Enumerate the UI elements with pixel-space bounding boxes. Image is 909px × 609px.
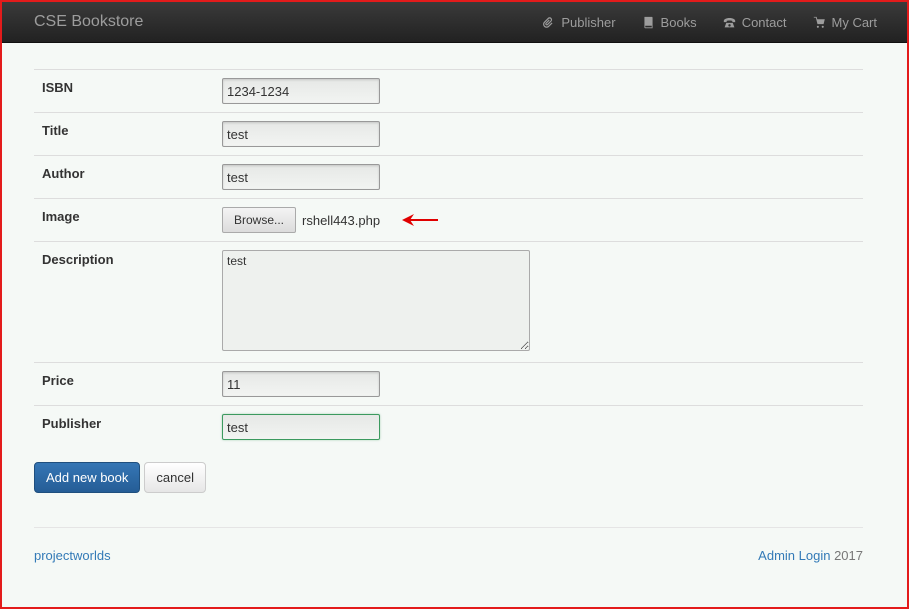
form-row-author: Author bbox=[34, 155, 863, 199]
form-row-isbn: ISBN bbox=[34, 69, 863, 113]
nav-item-publisher[interactable]: Publisher bbox=[542, 14, 616, 30]
paperclip-icon bbox=[543, 16, 553, 28]
nav-label-books: Books bbox=[660, 14, 697, 30]
isbn-label: ISBN bbox=[34, 69, 214, 113]
form-table: ISBN Title Author Image Browse... rshell… bbox=[34, 69, 863, 448]
page-footer: projectworlds Admin Login 2017 bbox=[34, 527, 863, 563]
footer-right: Admin Login 2017 bbox=[758, 548, 863, 563]
red-arrow-icon bbox=[402, 214, 439, 226]
phone-icon bbox=[723, 17, 735, 27]
nav-item-books[interactable]: Books bbox=[642, 15, 697, 30]
selected-file-name: rshell443.php bbox=[302, 212, 381, 228]
isbn-input[interactable] bbox=[222, 78, 380, 104]
publisher-label: Publisher bbox=[42, 416, 102, 431]
nav-label-cart: My Cart bbox=[831, 14, 878, 30]
browse-button[interactable]: Browse... bbox=[222, 207, 297, 233]
add-book-form: ISBN Title Author Image Browse... rshell… bbox=[2, 43, 907, 493]
app-window: CSE Bookstore Publisher Books Contact My… bbox=[0, 0, 909, 609]
title-input[interactable] bbox=[222, 121, 380, 147]
description-label: Description bbox=[34, 241, 214, 363]
price-label: Price bbox=[34, 362, 214, 406]
publisher-input[interactable] bbox=[222, 414, 380, 440]
admin-login-link[interactable]: Admin Login bbox=[758, 548, 830, 563]
book-icon bbox=[643, 16, 653, 28]
nav-label-publisher: Publisher bbox=[561, 14, 616, 30]
nav-menu: Publisher Books Contact My Cart bbox=[542, 15, 877, 30]
top-navbar: CSE Bookstore Publisher Books Contact My… bbox=[2, 2, 907, 43]
price-input[interactable] bbox=[222, 371, 380, 397]
form-row-title: Title bbox=[34, 112, 863, 156]
form-row-image: Image Browse... rshell443.php bbox=[34, 198, 863, 242]
copyright-year: 2017 bbox=[834, 548, 863, 563]
cancel-button[interactable]: cancel bbox=[144, 462, 206, 493]
brand-link[interactable]: CSE Bookstore bbox=[34, 13, 143, 31]
nav-label-contact: Contact bbox=[741, 14, 787, 30]
author-label: Author bbox=[34, 155, 214, 199]
projectworlds-link[interactable]: projectworlds bbox=[34, 548, 111, 563]
description-textarea[interactable]: test bbox=[222, 250, 530, 351]
form-row-description: Description test bbox=[34, 241, 863, 363]
author-input[interactable] bbox=[222, 164, 380, 190]
nav-item-contact[interactable]: Contact bbox=[723, 15, 787, 30]
add-new-book-button[interactable]: Add new book bbox=[34, 462, 141, 493]
cart-icon bbox=[813, 16, 825, 28]
nav-item-cart[interactable]: My Cart bbox=[813, 14, 878, 30]
form-row-publisher: Publisher bbox=[34, 406, 863, 449]
form-actions: Add new book cancel bbox=[34, 462, 863, 493]
form-row-price: Price bbox=[34, 362, 863, 406]
image-label: Image bbox=[34, 198, 214, 242]
file-upload: Browse... rshell443.php bbox=[222, 207, 855, 233]
title-label: Title bbox=[34, 112, 214, 156]
